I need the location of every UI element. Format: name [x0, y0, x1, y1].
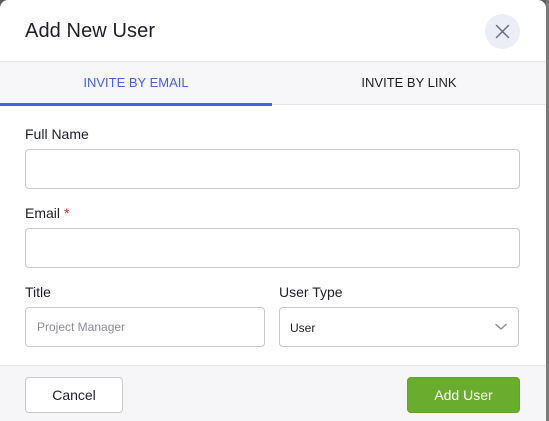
- full-name-input[interactable]: [25, 149, 520, 189]
- tab-invite-by-email[interactable]: INVITE BY EMAIL: [0, 62, 272, 106]
- active-tab-indicator: [0, 103, 272, 106]
- close-icon: [495, 24, 510, 39]
- cancel-button[interactable]: Cancel: [25, 377, 123, 413]
- add-user-dialog: Add New User INVITE BY EMAIL INVITE BY L…: [0, 0, 546, 421]
- tab-label: INVITE BY EMAIL: [83, 75, 189, 90]
- add-user-button[interactable]: Add User: [407, 377, 520, 413]
- dialog-footer: Cancel Add User: [0, 365, 546, 421]
- email-label-text: Email: [25, 205, 61, 221]
- user-type-selected-value: User: [290, 321, 316, 335]
- tab-label: INVITE BY LINK: [361, 75, 457, 90]
- title-input[interactable]: [25, 307, 265, 347]
- close-button[interactable]: [485, 14, 520, 49]
- chevron-down-icon: [495, 323, 507, 330]
- email-label: Email *: [25, 205, 69, 221]
- user-type-select[interactable]: User: [279, 307, 519, 347]
- tab-invite-by-link[interactable]: INVITE BY LINK: [272, 62, 546, 105]
- dialog-title: Add New User: [25, 20, 156, 42]
- required-marker: *: [64, 205, 70, 221]
- invite-tabs: INVITE BY EMAIL INVITE BY LINK: [0, 62, 546, 106]
- email-input[interactable]: [25, 228, 520, 268]
- dialog-header: Add New User: [0, 0, 546, 62]
- user-type-label: User Type: [279, 284, 343, 300]
- full-name-label: Full Name: [25, 126, 89, 142]
- title-label: Title: [25, 284, 51, 300]
